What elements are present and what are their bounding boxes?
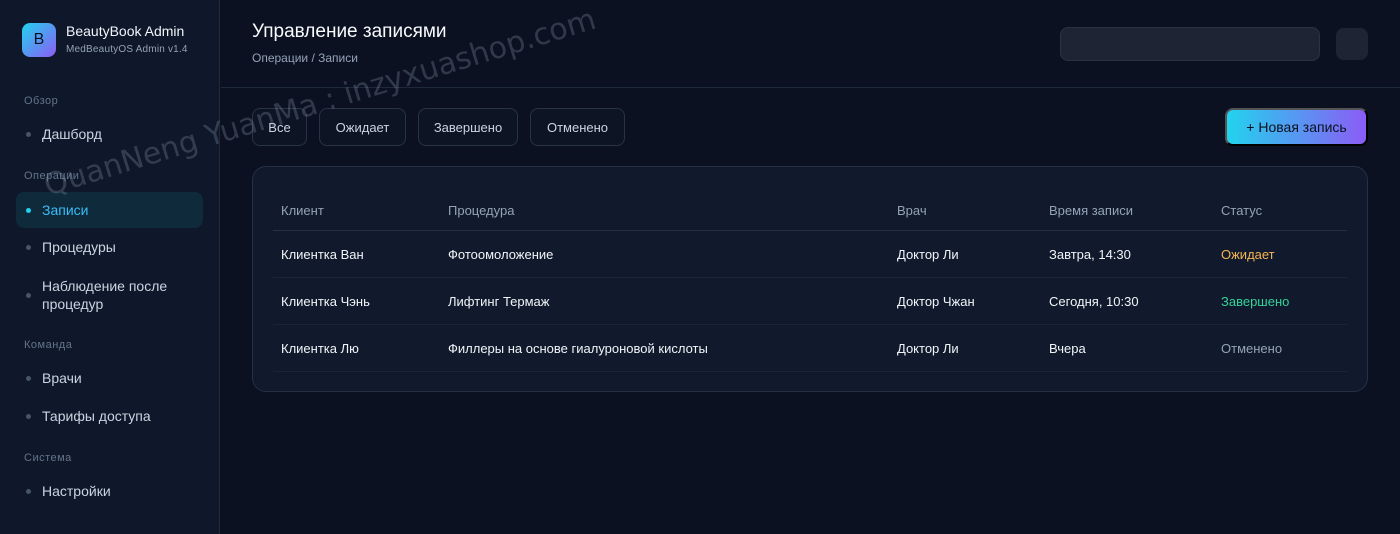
procedure-cell: Филлеры на основе гиалуроновой кислоты — [448, 340, 708, 356]
procedure-cell: Лифтинг Термаж — [448, 293, 550, 309]
sidebar: B BeautyBook Admin MedBeautyOS Admin v1.… — [0, 0, 220, 534]
sidebar-item-aftercare[interactable]: Наблюдение после процедур — [16, 272, 186, 318]
time-cell: Сегодня, 10:30 — [1049, 293, 1139, 309]
bullet-icon — [26, 207, 31, 213]
column-header-doctor[interactable]: Врач — [897, 191, 927, 230]
sidebar-item-label: Дашборд — [42, 126, 102, 142]
status-badge: Отменено — [1221, 340, 1283, 356]
table-row[interactable]: Клиентка Ван Фотоомоложение Доктор Ли За… — [273, 231, 1347, 278]
client-cell: Клиентка Ван — [281, 246, 364, 262]
bullet-icon — [26, 244, 31, 250]
status-badge: Ожидает — [1221, 246, 1275, 262]
nav-section-overview: Обзор — [24, 95, 59, 107]
doctor-cell: Доктор Чжан — [897, 293, 975, 309]
sidebar-item-label: Записи — [42, 202, 89, 218]
sidebar-item-plans[interactable]: Тарифы доступа — [16, 398, 203, 434]
filter-all-button[interactable]: Все — [252, 108, 307, 146]
appointments-table: Клиент Процедура Врач Время записи Стату… — [252, 166, 1368, 392]
new-appointment-button[interactable]: + Новая запись — [1225, 108, 1368, 146]
sidebar-item-label: Врачи — [42, 370, 82, 386]
nav-section-operations: Операции — [24, 170, 80, 182]
time-cell: Завтра, 14:30 — [1049, 246, 1131, 262]
client-cell: Клиентка Лю — [281, 340, 359, 356]
procedure-cell: Фотоомоложение — [448, 246, 554, 262]
column-header-status[interactable]: Статус — [1221, 191, 1262, 230]
column-header-time[interactable]: Время записи — [1049, 191, 1133, 230]
bullet-icon — [26, 488, 31, 494]
bullet-icon — [26, 131, 31, 137]
sidebar-item-settings[interactable]: Настройки — [16, 473, 203, 509]
table-row[interactable]: Клиентка Лю Филлеры на основе гиалуронов… — [273, 325, 1347, 372]
brand-title: BeautyBook Admin — [66, 23, 185, 39]
sidebar-item-dashboard[interactable]: Дашборд — [16, 116, 203, 152]
filter-cancelled-button[interactable]: Отменено — [530, 108, 625, 146]
search-input[interactable] — [1060, 27, 1320, 61]
sidebar-item-label: Тарифы доступа — [42, 408, 151, 424]
bullet-icon — [26, 292, 31, 298]
status-badge: Завершено — [1221, 293, 1290, 309]
filter-pending-button[interactable]: Ожидает — [319, 108, 406, 146]
brand-subtitle: MedBeautyOS Admin v1.4 — [66, 44, 188, 55]
column-header-client[interactable]: Клиент — [281, 191, 324, 230]
table-row[interactable]: Клиентка Чэнь Лифтинг Термаж Доктор Чжан… — [273, 278, 1347, 325]
user-menu-button[interactable] — [1336, 28, 1368, 60]
bullet-icon — [26, 375, 31, 381]
column-header-procedure[interactable]: Процедура — [448, 191, 514, 230]
nav-section-system: Система — [24, 452, 72, 464]
sidebar-item-label: Наблюдение после процедур — [42, 278, 168, 312]
sidebar-item-label: Процедуры — [42, 239, 116, 255]
topbar: Управление записями Операции / Записи — [221, 0, 1400, 88]
table-header: Клиент Процедура Врач Время записи Стату… — [273, 191, 1347, 231]
bullet-icon — [26, 413, 31, 419]
time-cell: Вчера — [1049, 340, 1086, 356]
breadcrumb: Операции / Записи — [252, 51, 358, 65]
doctor-cell: Доктор Ли — [897, 246, 959, 262]
sidebar-item-appointments[interactable]: Записи — [16, 192, 203, 228]
brand-logo: B — [22, 23, 56, 57]
brand[interactable]: B BeautyBook Admin MedBeautyOS Admin v1.… — [22, 22, 188, 58]
doctor-cell: Доктор Ли — [897, 340, 959, 356]
main-content: Управление записями Операции / Записи Вс… — [221, 0, 1400, 534]
filter-completed-button[interactable]: Завершено — [418, 108, 518, 146]
nav-section-team: Команда — [24, 339, 73, 351]
page-title: Управление записями — [252, 21, 447, 42]
sidebar-item-label: Настройки — [42, 483, 111, 499]
client-cell: Клиентка Чэнь — [281, 293, 370, 309]
sidebar-item-procedures[interactable]: Процедуры — [16, 229, 203, 265]
sidebar-item-doctors[interactable]: Врачи — [16, 360, 203, 396]
